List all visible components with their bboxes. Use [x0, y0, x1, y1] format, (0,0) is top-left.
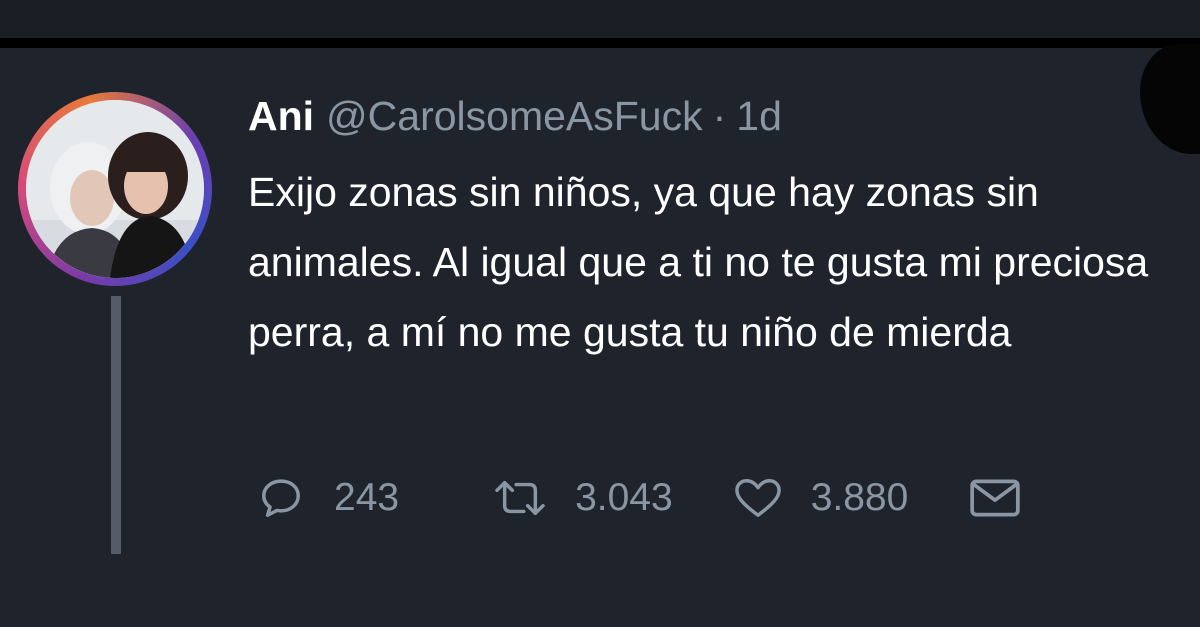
- retweet-count: 3.043: [575, 476, 673, 519]
- retweet-icon: [495, 480, 545, 516]
- top-divider: [0, 38, 1200, 48]
- reply-count: 243: [334, 476, 400, 519]
- corner-shadow: [1140, 44, 1200, 154]
- tweet-text: Exijo zonas sin niños, ya que hay zonas …: [248, 169, 1149, 355]
- profile-photo-icon: [26, 100, 204, 278]
- author-handle[interactable]: @CarolsomeAsFuck: [326, 93, 703, 139]
- tweet-header: Ani @CarolsomeAsFuck · 1d: [248, 88, 782, 144]
- like-count: 3.880: [810, 476, 909, 519]
- reply-button[interactable]: 243: [258, 475, 399, 521]
- separator-dot: ·: [712, 93, 727, 139]
- top-bar: [0, 0, 1200, 40]
- tweet-timestamp[interactable]: 1d: [736, 93, 782, 139]
- tweet-screenshot: Ani @CarolsomeAsFuck · 1d Exijo zonas sin n…: [0, 0, 1200, 627]
- tweet-actions: 243 3.043 3.880: [258, 468, 1022, 528]
- like-button[interactable]: 3.880: [731, 475, 909, 521]
- heart-icon: [734, 479, 781, 517]
- author-name[interactable]: Ani: [248, 93, 314, 139]
- retweet-button[interactable]: 3.043: [491, 475, 673, 521]
- avatar[interactable]: [26, 100, 204, 278]
- envelope-icon: [970, 479, 1021, 517]
- direct-message-button[interactable]: [968, 475, 1022, 521]
- speech-bubble-icon: [262, 479, 300, 517]
- thread-line: [111, 296, 121, 554]
